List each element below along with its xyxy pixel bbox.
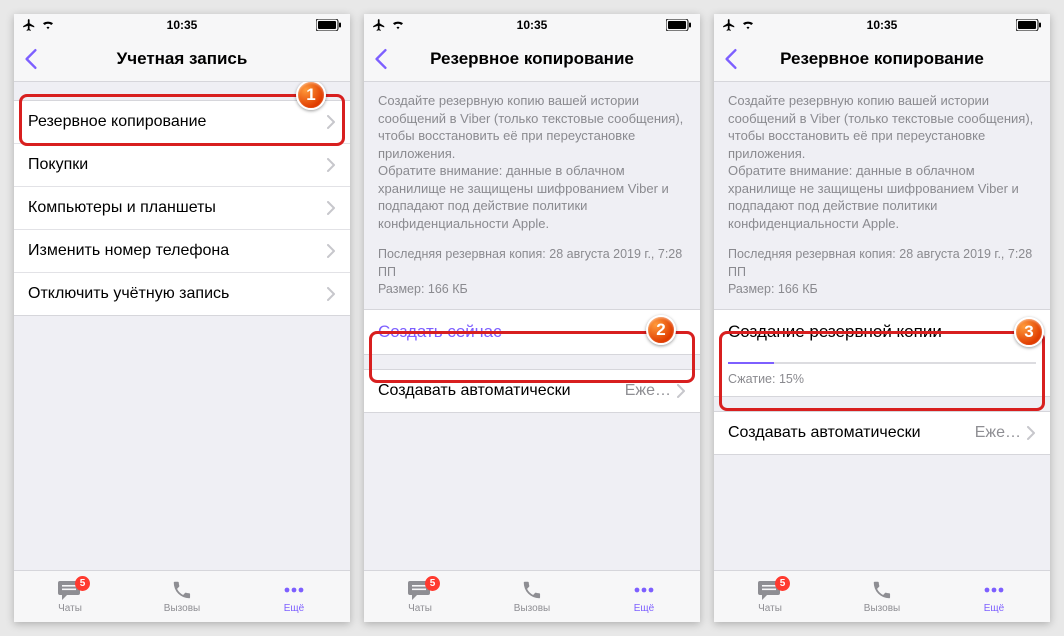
creating-backup-title: Создание резервной копии xyxy=(714,310,1050,354)
status-time: 10:35 xyxy=(14,18,350,32)
item-label: Покупки xyxy=(28,156,88,174)
backup-description: Создайте резервную копию вашей истории с… xyxy=(714,82,1050,240)
backup-size-line: Размер: 166 КБ xyxy=(728,281,1036,299)
content-area: Создайте резервную копию вашей истории с… xyxy=(714,82,1050,570)
tab-label: Чаты xyxy=(408,603,432,614)
tab-chats[interactable]: 5 Чаты xyxy=(364,571,476,622)
phone-screen-3: 10:35 Резервное копирование Создайте рез… xyxy=(714,14,1050,622)
chevron-right-icon xyxy=(327,201,336,215)
tab-more[interactable]: Ещё xyxy=(938,571,1050,622)
item-backup[interactable]: Резервное копирование xyxy=(14,101,350,144)
auto-backup-value: Еже… xyxy=(625,382,671,400)
chevron-right-icon xyxy=(677,384,686,398)
tab-label: Вызовы xyxy=(164,603,200,614)
page-title: Резервное копирование xyxy=(714,49,1050,69)
item-computers-tablets[interactable]: Компьютеры и планшеты xyxy=(14,187,350,230)
item-label: Резервное копирование xyxy=(28,113,206,131)
chats-icon: 5 xyxy=(57,579,83,601)
status-time: 10:35 xyxy=(364,18,700,32)
item-deactivate[interactable]: Отключить учётную запись xyxy=(14,273,350,315)
content-area: Резервное копирование Покупки Компьютеры… xyxy=(14,82,350,570)
chats-icon: 5 xyxy=(757,579,783,601)
settings-list: Резервное копирование Покупки Компьютеры… xyxy=(14,100,350,316)
backup-meta: Последняя резервная копия: 28 августа 20… xyxy=(364,240,700,309)
last-backup-line: Последняя резервная копия: 28 августа 20… xyxy=(728,246,1036,281)
auto-backup-row[interactable]: Создавать автоматически Еже… xyxy=(364,369,700,413)
chevron-right-icon xyxy=(1027,426,1036,440)
tab-bar: 5 Чаты Вызовы Ещё xyxy=(364,570,700,622)
creating-backup-block: Создание резервной копии Сжатие: 15% xyxy=(714,309,1050,397)
backup-description: Создайте резервную копию вашей истории с… xyxy=(364,82,700,240)
status-bar: 10:35 xyxy=(364,14,700,36)
tab-label: Ещё xyxy=(284,603,304,614)
tab-bar: 5 Чаты Вызовы Ещё xyxy=(714,570,1050,622)
progress-bar xyxy=(728,362,1036,364)
tab-label: Ещё xyxy=(984,603,1004,614)
page-title: Учетная запись xyxy=(14,49,350,69)
auto-backup-value: Еже… xyxy=(975,424,1021,442)
calls-icon xyxy=(169,579,195,601)
backup-size-line: Размер: 166 КБ xyxy=(378,281,686,299)
tab-label: Ещё xyxy=(634,603,654,614)
item-label: Компьютеры и планшеты xyxy=(28,199,216,217)
content-area: Создайте резервную копию вашей истории с… xyxy=(364,82,700,570)
status-bar: 10:35 xyxy=(714,14,1050,36)
tab-calls[interactable]: Вызовы xyxy=(476,571,588,622)
nav-bar: Резервное копирование xyxy=(364,36,700,82)
progress-bar-fill xyxy=(728,362,774,364)
progress-row: Сжатие: 15% xyxy=(714,354,1050,397)
item-label: Отключить учётную запись xyxy=(28,285,229,303)
nav-bar: Учетная запись xyxy=(14,36,350,82)
backup-meta: Последняя резервная копия: 28 августа 20… xyxy=(714,240,1050,309)
item-purchases[interactable]: Покупки xyxy=(14,144,350,187)
chats-icon: 5 xyxy=(407,579,433,601)
tab-more[interactable]: Ещё xyxy=(238,571,350,622)
tab-bar: 5 Чаты Вызовы Ещё xyxy=(14,570,350,622)
page-title: Резервное копирование xyxy=(364,49,700,69)
chats-badge: 5 xyxy=(775,576,790,591)
tab-calls[interactable]: Вызовы xyxy=(126,571,238,622)
item-label: Изменить номер телефона xyxy=(28,242,229,260)
chevron-right-icon xyxy=(327,158,336,172)
tab-chats[interactable]: 5 Чаты xyxy=(714,571,826,622)
chevron-right-icon xyxy=(327,115,336,129)
tab-chats[interactable]: 5 Чаты xyxy=(14,571,126,622)
auto-backup-row[interactable]: Создавать автоматически Еже… xyxy=(714,411,1050,455)
chevron-right-icon xyxy=(327,287,336,301)
more-icon xyxy=(281,579,307,601)
item-change-phone[interactable]: Изменить номер телефона xyxy=(14,230,350,273)
calls-icon xyxy=(869,579,895,601)
calls-icon xyxy=(519,579,545,601)
tab-label: Чаты xyxy=(758,603,782,614)
nav-bar: Резервное копирование xyxy=(714,36,1050,82)
chats-badge: 5 xyxy=(75,576,90,591)
auto-backup-label: Создавать автоматически xyxy=(378,382,571,400)
tab-label: Вызовы xyxy=(514,603,550,614)
create-now-button[interactable]: Создать сейчас xyxy=(364,309,700,355)
status-bar: 10:35 xyxy=(14,14,350,36)
tab-label: Чаты xyxy=(58,603,82,614)
more-icon xyxy=(981,579,1007,601)
chats-badge: 5 xyxy=(425,576,440,591)
last-backup-line: Последняя резервная копия: 28 августа 20… xyxy=(378,246,686,281)
phone-screen-1: 10:35 Учетная запись Резервное копирован… xyxy=(14,14,350,622)
more-icon xyxy=(631,579,657,601)
tab-more[interactable]: Ещё xyxy=(588,571,700,622)
progress-label: Сжатие: 15% xyxy=(728,372,804,386)
auto-backup-label: Создавать автоматически xyxy=(728,424,921,442)
chevron-right-icon xyxy=(327,244,336,258)
status-time: 10:35 xyxy=(714,18,1050,32)
tab-label: Вызовы xyxy=(864,603,900,614)
phone-screen-2: 10:35 Резервное копирование Создайте рез… xyxy=(364,14,700,622)
tab-calls[interactable]: Вызовы xyxy=(826,571,938,622)
